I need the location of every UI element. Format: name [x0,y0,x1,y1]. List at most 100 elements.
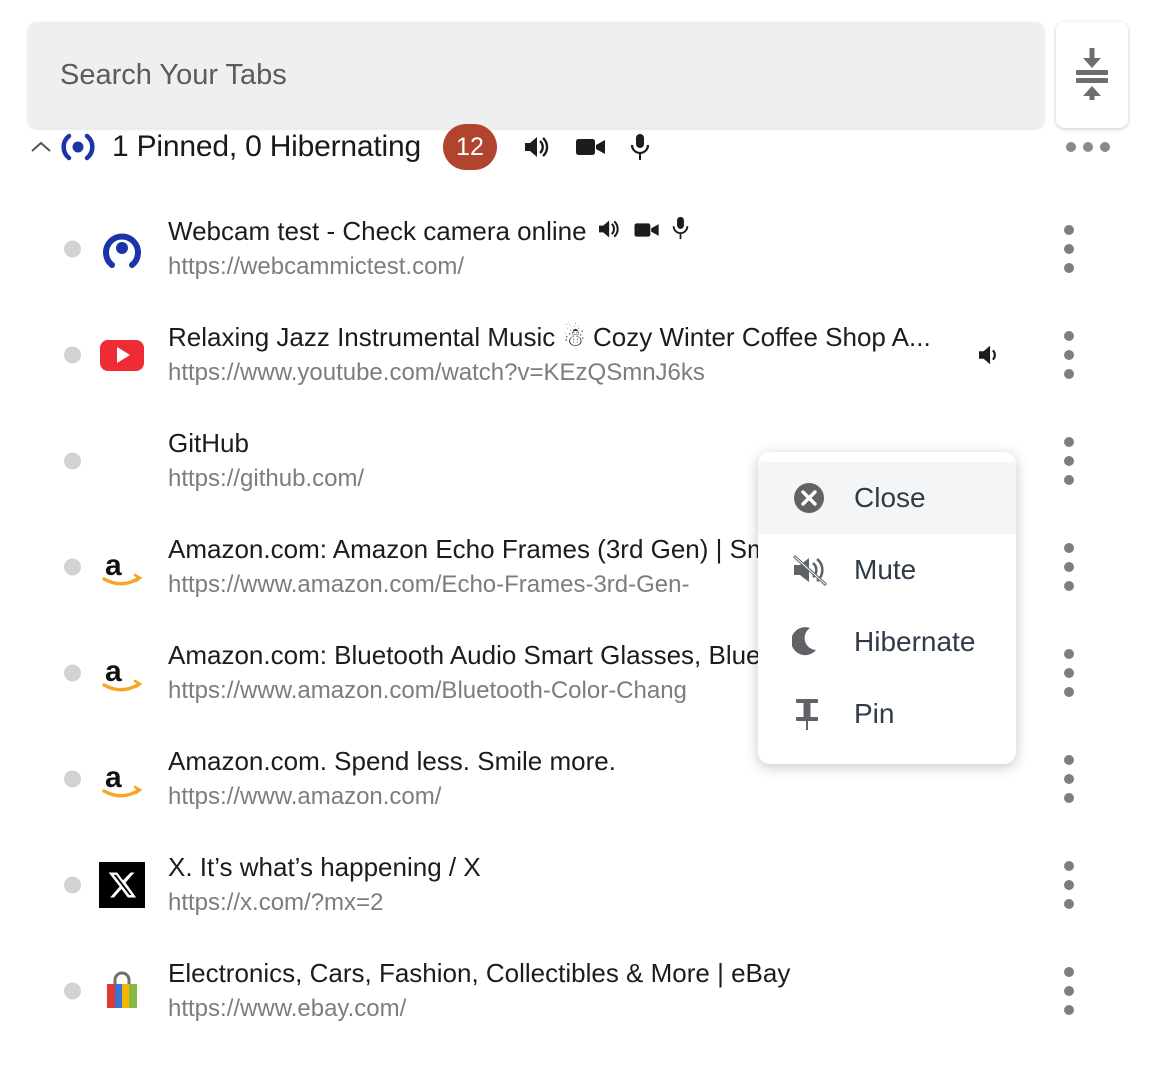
svg-text:a: a [105,655,122,688]
tab-text: GitHub https://github.com/ [168,427,364,496]
dot [1064,369,1074,379]
context-menu-label: Mute [854,554,917,585]
svg-text:a: a [105,761,122,794]
dot [1064,456,1074,466]
dot [1064,350,1074,360]
tab-menu-button[interactable] [1064,225,1074,273]
tab-text: Relaxing Jazz Instrumental Music ☃ Cozy … [168,321,931,390]
tab-title: Webcam test - Check camera online [168,215,587,246]
tab-status-dot [64,982,81,1000]
tab-title: Amazon.com: Amazon Echo Frames (3rd Gen)… [168,533,769,564]
tab-status-dot [64,770,81,788]
dot [1064,543,1074,553]
table-row[interactable]: Webcam test - Check camera online https:… [0,196,1160,302]
context-menu-item-pin[interactable]: Pin [758,678,1016,750]
tab-url: https://www.amazon.com/Bluetooth-Color-C… [168,677,687,705]
tab-url: https://webcammictest.com/ [168,253,465,281]
dot [1064,861,1074,871]
tab-menu-button[interactable] [1064,331,1074,379]
merge-windows-button[interactable] [1056,22,1128,128]
table-row[interactable]: Relaxing Jazz Instrumental Music ☃ Cozy … [0,302,1160,408]
microphone-icon[interactable] [671,215,690,248]
tab-title-row: Relaxing Jazz Instrumental Music ☃ Cozy … [168,321,931,354]
tab-menu-button[interactable] [1064,861,1074,909]
tab-menu-button[interactable] [1064,967,1074,1015]
tab-menu-button[interactable] [1064,649,1074,697]
dot [1083,142,1093,152]
tab-menu-button[interactable] [1064,543,1074,591]
tab-text: X. It’s what’s happening / X https://x.c… [168,851,481,920]
tab-text: Electronics, Cars, Fashion, Collectibles… [168,957,790,1026]
dot [1064,880,1074,890]
speaker-icon[interactable] [597,215,623,248]
tab-title: Electronics, Cars, Fashion, Collectibles… [168,957,791,988]
search-bar[interactable] [28,22,1044,128]
amazon-icon: a [99,544,145,590]
tab-context-menu: Close Mute Hibernate Pin [758,452,1016,764]
tab-menu-button[interactable] [1064,755,1074,803]
tab-status-dot [64,240,81,258]
blank-icon [99,438,145,484]
dot [1064,562,1074,572]
chevron-up-icon[interactable] [30,136,52,158]
svg-text:a: a [105,549,122,582]
tab-group-title: 1 Pinned, 0 Hibernating [112,130,421,163]
tab-count-badge[interactable]: 12 [442,124,497,170]
tab-group-header[interactable]: 1 Pinned, 0 Hibernating 12 [0,124,1160,170]
dot [1064,1005,1074,1015]
tab-text: Amazon.com: Bluetooth Audio Smart Glasse… [168,639,761,708]
tab-url: https://x.com/?mx=2 [168,889,384,917]
tab-title-row: GitHub [168,427,364,460]
tab-text: Webcam test - Check camera online https:… [168,215,690,284]
dot [1064,581,1074,591]
amazon-icon: a [99,756,145,802]
tab-title-row: Webcam test - Check camera online [168,215,690,248]
group-overflow-menu-button[interactable] [1066,134,1110,160]
tab-title-row: X. It’s what’s happening / X [168,851,481,884]
context-menu-item-hibernate[interactable]: Hibernate [758,606,1016,678]
context-menu-label: Pin [854,698,895,729]
tab-url: https://www.youtube.com/watch?v=KEzQSmnJ… [168,359,705,387]
tab-title: Relaxing Jazz Instrumental Music ☃ Cozy … [168,321,931,352]
dot [1066,142,1076,152]
video-camera-icon[interactable] [575,135,607,159]
dot [1064,244,1074,254]
mute-icon [792,554,832,586]
tab-text: Amazon.com. Spend less. Smile more. http… [168,745,616,814]
context-menu-item-mute[interactable]: Mute [758,534,1016,606]
dot [1064,263,1074,273]
search-input[interactable] [58,57,1014,93]
dot [1064,755,1074,765]
microphone-icon[interactable] [629,133,651,161]
tab-menu-button[interactable] [1064,437,1074,485]
table-row[interactable]: X. It’s what’s happening / X https://x.c… [0,832,1160,938]
tab-title: X. It’s what’s happening / X [168,851,481,882]
dot [1100,142,1110,152]
tab-url: https://www.amazon.com/Echo-Frames-3rd-G… [168,571,690,599]
dot [1064,225,1074,235]
youtube-icon [99,332,145,378]
tab-title-row: Amazon.com: Amazon Echo Frames (3rd Gen)… [168,533,769,566]
amazon-icon: a [99,650,145,696]
dot [1064,331,1074,341]
dot [1064,986,1074,996]
dot [1064,793,1074,803]
context-menu-item-close[interactable]: Close [758,462,1016,534]
table-row[interactable]: Electronics, Cars, Fashion, Collectibles… [0,938,1160,1044]
tab-title: GitHub [168,427,249,458]
tab-title-row: Amazon.com: Bluetooth Audio Smart Glasse… [168,639,761,672]
dot [1064,649,1074,659]
tab-status-dot [64,452,81,470]
tab-status-dot [64,346,81,364]
ebay-icon [99,968,145,1014]
dot [1064,687,1074,697]
speaker-icon[interactable] [523,134,553,160]
speaker-icon[interactable] [977,343,1005,367]
broadcast-icon [58,127,98,167]
moon-icon [792,625,832,659]
video-camera-icon[interactable] [633,215,661,248]
x-icon [99,862,145,908]
tab-status-dot [64,558,81,576]
tab-title-row: Electronics, Cars, Fashion, Collectibles… [168,957,790,990]
tab-url: https://github.com/ [168,465,365,493]
